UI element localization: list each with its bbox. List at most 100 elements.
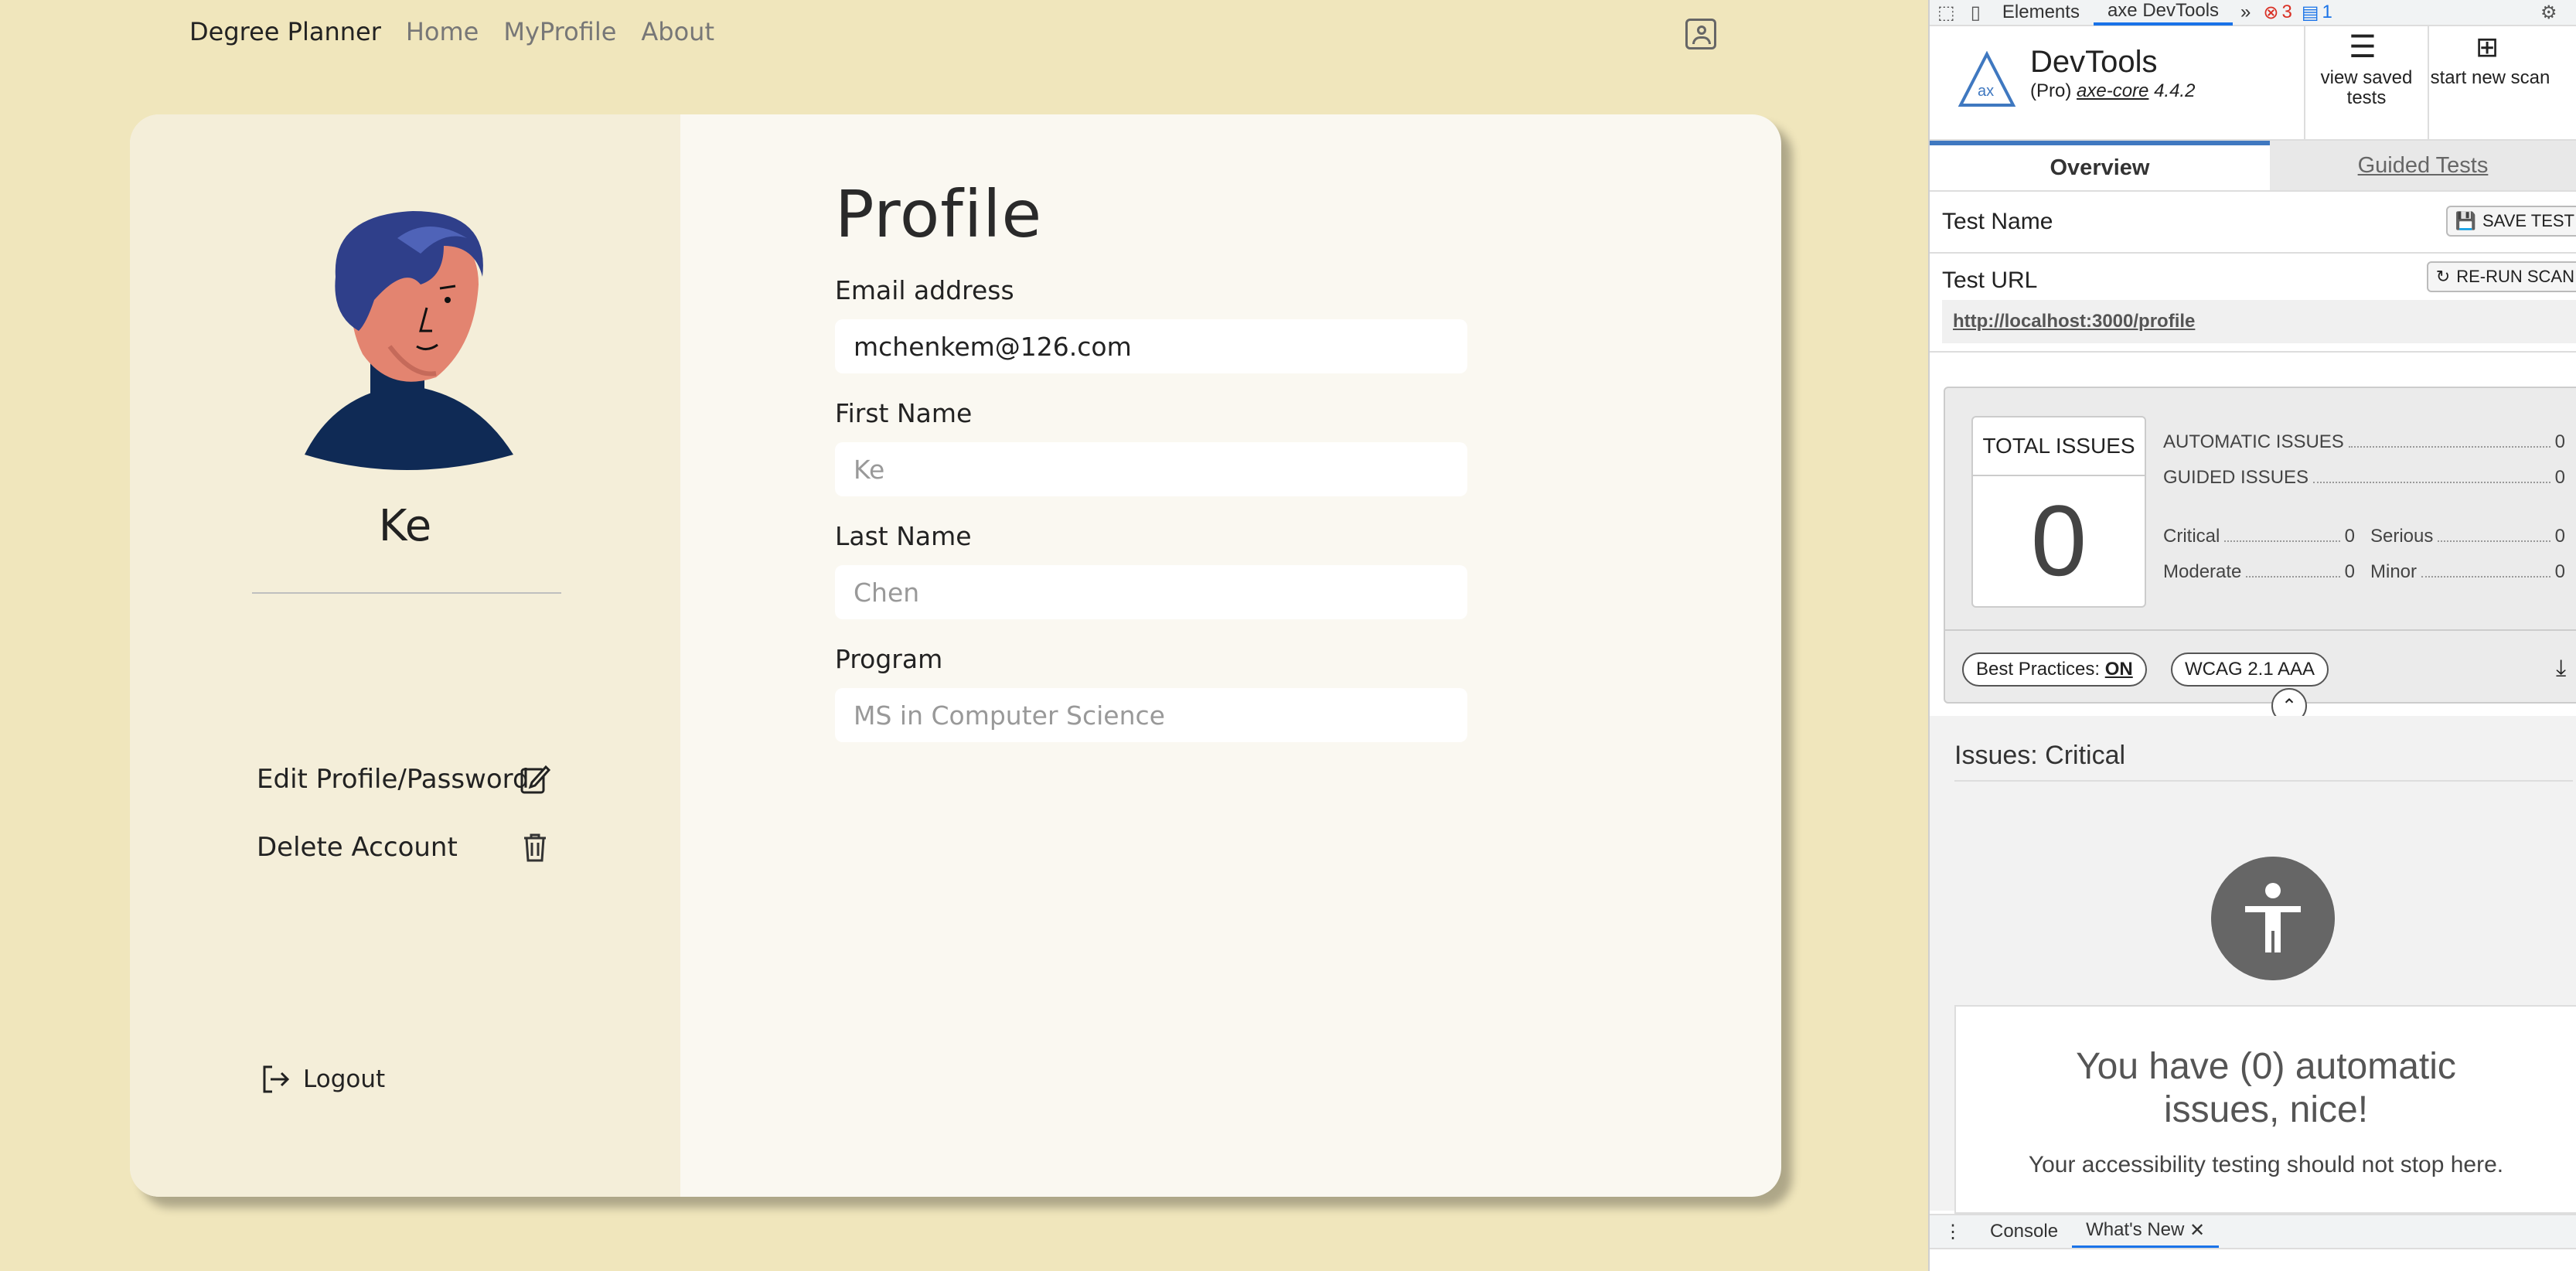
total-issues-box: TOTAL ISSUES 0 [1971, 416, 2146, 608]
last-name-field-group: Last Name Chen [835, 521, 1531, 619]
drawer-tab-whats-new[interactable]: What's New ✕ [2072, 1215, 2220, 1249]
serious-stat: Serious 0 [2370, 526, 2565, 547]
axe-tabs: Overview Guided Tests [1930, 141, 2576, 192]
brand-link[interactable]: Degree Planner [189, 17, 381, 46]
inspect-icon[interactable]: ⬚ [1930, 2, 1963, 24]
minor-label: Minor [2370, 561, 2418, 582]
edit-profile-button[interactable]: Edit Profile/Password [257, 764, 550, 795]
axe-edition: (Pro) [2030, 80, 2072, 101]
best-practices-label: Best Practices: [1976, 659, 2101, 680]
start-new-label: start new scan [2430, 67, 2550, 88]
tab-guided-tests[interactable]: Guided Tests [2270, 141, 2576, 190]
user-square-icon[interactable] [1685, 19, 1716, 49]
save-icon: 💾 [2455, 211, 2476, 230]
first-name-field[interactable]: Ke [835, 442, 1467, 496]
save-test-button[interactable]: 💾 SAVE TEST [2445, 206, 2576, 237]
guided-issues-count: 0 [2554, 467, 2565, 488]
device-toggle-icon[interactable]: ▯ [1963, 2, 1988, 24]
issues-summary: TOTAL ISSUES 0 AUTOMATIC ISSUES 0 GUIDED … [1944, 387, 2576, 724]
axe-title: DevTools [2030, 45, 2158, 79]
error-icon: ⊗ [2263, 2, 2279, 23]
email-label: Email address [835, 275, 1014, 305]
message-badge[interactable]: ▤ 1 [2297, 2, 2337, 24]
more-tabs-icon[interactable]: » [2233, 2, 2258, 23]
svg-text:ax: ax [1978, 83, 1994, 100]
devtools-topbar: ⬚ ▯ Elements axe DevTools » ⊗3 ▤1 ⚙ ⋮ [1930, 0, 2576, 26]
program-label: Program [835, 644, 943, 674]
edit-icon [520, 765, 550, 794]
start-new-scan-button[interactable]: ⊞ start new scan [2428, 26, 2551, 139]
page-title: Profile [835, 176, 1043, 252]
moderate-stat: Moderate 0 [2163, 561, 2355, 583]
logout-button[interactable]: Logout [260, 1064, 385, 1095]
first-name-field-group: First Name Ke [835, 398, 1531, 496]
view-saved-label: view saved tests [2320, 67, 2413, 108]
save-test-label: SAVE TEST [2482, 211, 2574, 230]
profile-form: Profile Email address mchenkem@126.com F… [835, 176, 1531, 767]
last-name-field[interactable]: Chen [835, 565, 1467, 619]
avatar [305, 211, 513, 470]
nav-myprofile[interactable]: MyProfile [503, 17, 616, 46]
axe-logo-icon: ax [1958, 51, 2016, 107]
program-field-group: Program MS in Computer Science [835, 644, 1531, 742]
moderate-label: Moderate [2163, 561, 2242, 582]
total-issues-count: 0 [2030, 484, 2087, 597]
automatic-issues-label: AUTOMATIC ISSUES [2163, 431, 2344, 452]
critical-count: 0 [2344, 526, 2355, 547]
test-url-section: Test URL ↻ RE-RUN SCAN http://localhost:3… [1930, 254, 2576, 353]
download-icon[interactable]: ⤓ [2556, 656, 2566, 682]
logout-label: Logout [303, 1065, 386, 1093]
view-saved-tests-button[interactable]: ☰ view saved tests [2304, 26, 2428, 139]
no-issues-title: You have (0) automatic issues, nice! [2076, 1046, 2456, 1130]
profile-card: Ke Edit Profile/Password Delete Account [130, 114, 1781, 1197]
guided-issues-label: GUIDED ISSUES [2163, 467, 2309, 488]
add-scan-icon: ⊞ [2475, 31, 2499, 63]
moderate-count: 0 [2344, 561, 2355, 582]
axe-header: ax DevTools (Pro) axe-core 4.4.2 ☰ view … [1930, 26, 2576, 141]
last-name-label: Last Name [835, 521, 972, 551]
rerun-label: RE-RUN SCAN [2456, 267, 2574, 286]
error-count: 3 [2281, 1, 2292, 22]
program-field[interactable]: MS in Computer Science [835, 688, 1467, 742]
axe-subtitle: (Pro) axe-core 4.4.2 [2030, 80, 2195, 102]
kebab-menu-icon[interactable]: ⋮ [2568, 2, 2576, 24]
minor-stat: Minor 0 [2370, 561, 2565, 583]
nav-about[interactable]: About [641, 17, 714, 46]
automatic-issues-stat: AUTOMATIC ISSUES 0 [2163, 431, 2565, 453]
email-field[interactable]: mchenkem@126.com [835, 319, 1467, 373]
profile-sidebar: Ke Edit Profile/Password Delete Account [130, 114, 680, 1197]
delete-account-label: Delete Account [257, 832, 458, 863]
best-practices-toggle[interactable]: Best Practices: ON [1962, 653, 2147, 687]
nav-home[interactable]: Home [406, 17, 479, 46]
best-practices-value: ON [2104, 659, 2133, 680]
tab-axe-devtools[interactable]: axe DevTools [2093, 0, 2234, 26]
refresh-icon: ↻ [2435, 267, 2451, 286]
close-icon[interactable]: ✕ [2189, 1219, 2205, 1242]
serious-label: Serious [2370, 526, 2434, 547]
profile-username: Ke [378, 501, 432, 551]
no-issues-message: You have (0) automatic issues, nice! You… [1954, 1005, 2576, 1214]
tab-elements[interactable]: Elements [1988, 0, 2094, 26]
rerun-scan-button[interactable]: ↻ RE-RUN SCAN [2426, 261, 2576, 292]
no-issues-subtitle: Your accessibility testing should not st… [2028, 1152, 2504, 1177]
critical-label: Critical [2163, 526, 2220, 547]
trash-icon [524, 833, 546, 862]
tab-overview[interactable]: Overview [1930, 141, 2270, 190]
axe-version: 4.4.2 [2154, 80, 2196, 101]
serious-count: 0 [2554, 526, 2565, 547]
test-name-label: Test Name [1942, 209, 2053, 234]
test-name-row: Test Name 💾 SAVE TEST [1930, 192, 2576, 254]
message-count: 1 [2322, 1, 2332, 22]
drawer-menu-icon[interactable]: ⋮ [1930, 1221, 1976, 1243]
gear-icon[interactable]: ⚙ [2540, 2, 2557, 24]
top-nav: Degree Planner Home MyProfile About [189, 17, 714, 46]
drawer-tab-console[interactable]: Console [1976, 1221, 2072, 1242]
error-badge[interactable]: ⊗ 3 [2258, 2, 2296, 24]
axe-engine[interactable]: axe-core [2077, 80, 2148, 101]
message-icon: ▤ [2301, 2, 2319, 23]
wcag-level-selector[interactable]: WCAG 2.1 AAA [2171, 653, 2329, 687]
delete-account-button[interactable]: Delete Account [257, 832, 546, 863]
accessibility-icon [2211, 857, 2335, 980]
sidebar-divider [252, 592, 561, 594]
test-url-link[interactable]: http://localhost:3000/profile [1942, 300, 2576, 343]
